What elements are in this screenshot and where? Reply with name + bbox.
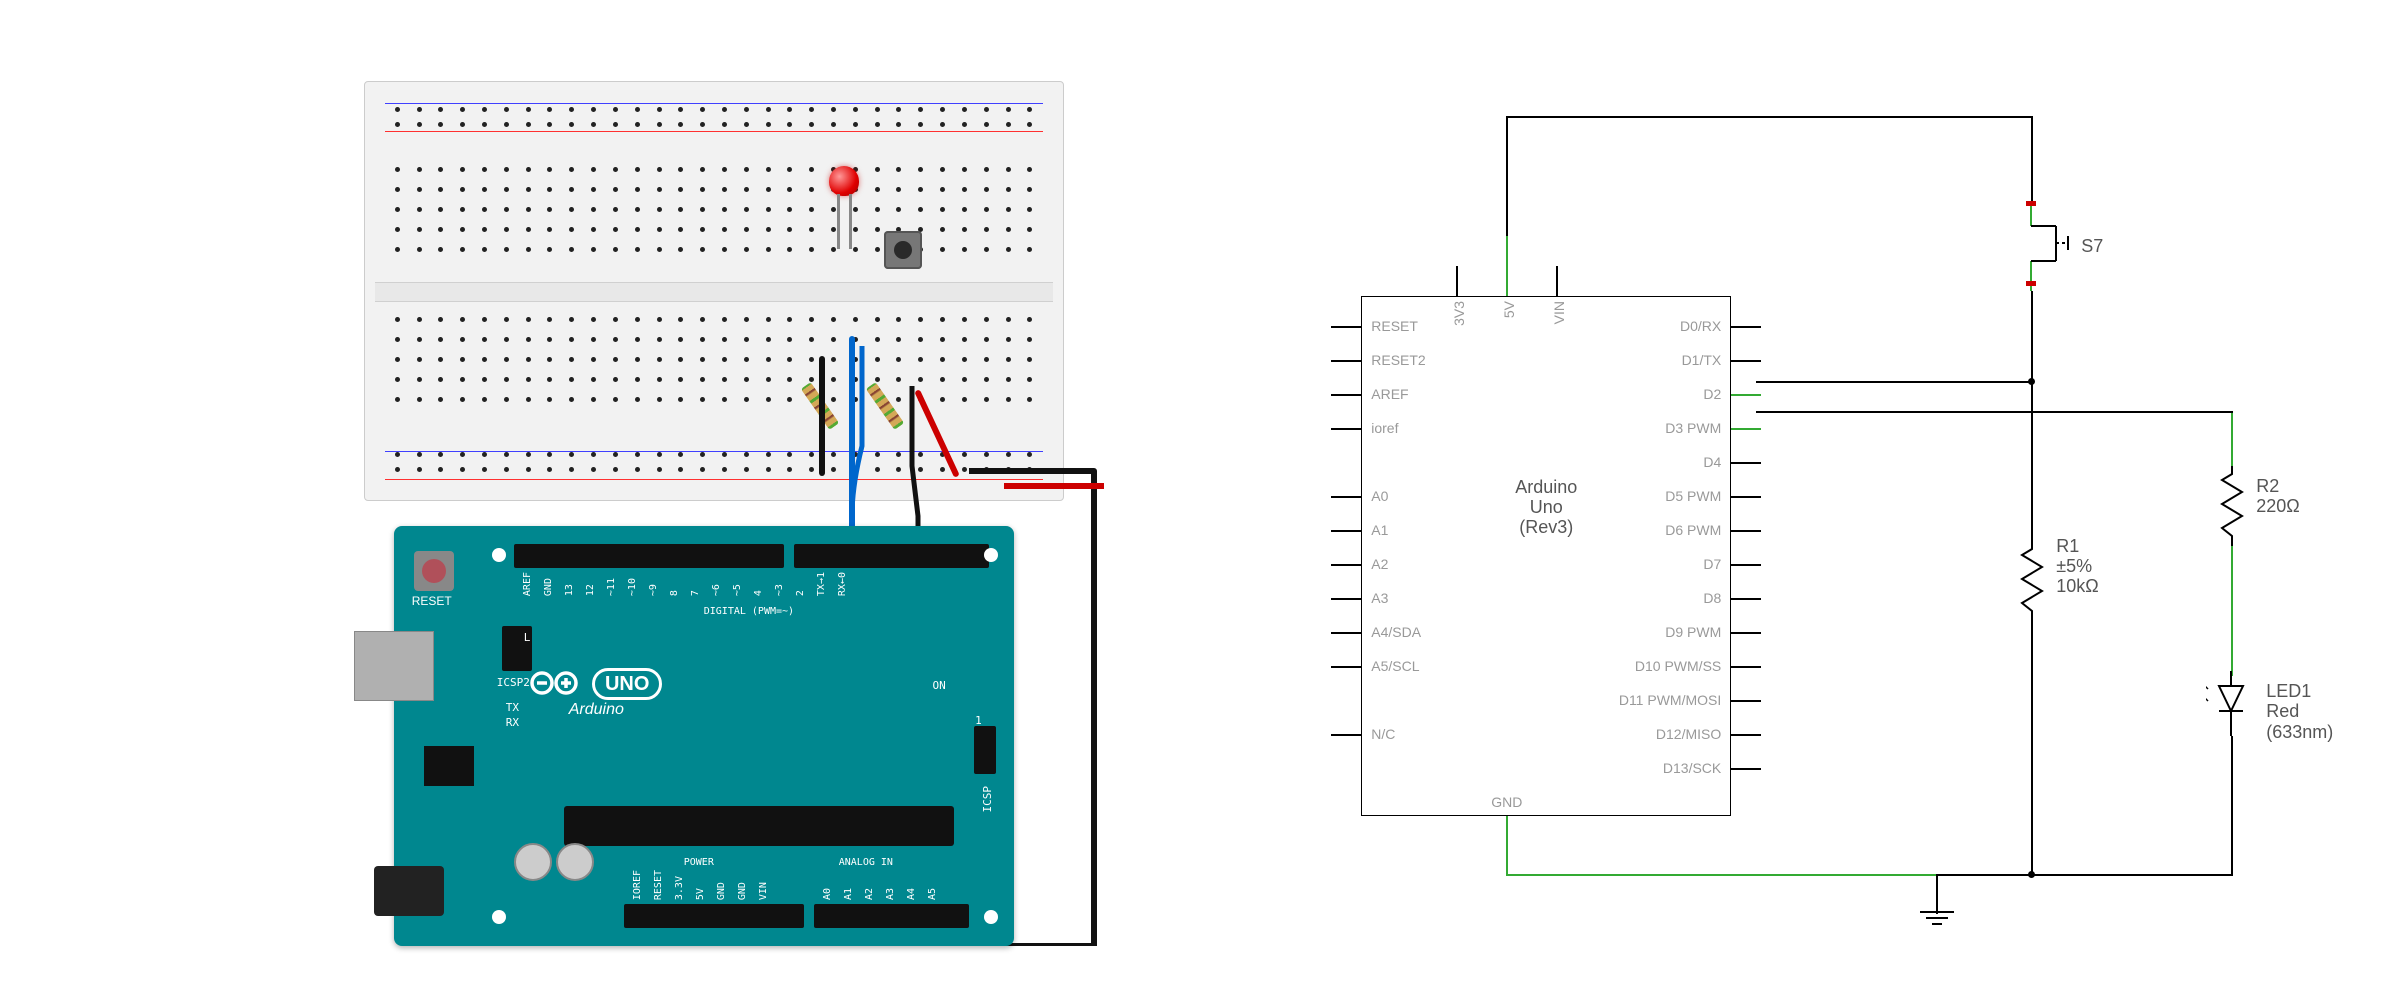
arduino-uno-board: RESET ICSP2 ICSP 1 AREFGND1312~11~10~987… bbox=[394, 526, 1014, 946]
mount-hole bbox=[492, 910, 506, 924]
r1-name: R1 bbox=[2056, 536, 2079, 557]
wire-black-short bbox=[819, 356, 825, 476]
fritzing-breadboard-view: RESET ICSP2 ICSP 1 AREFGND1312~11~10~987… bbox=[104, 46, 1104, 946]
led-desc: Red (633nm) bbox=[2266, 701, 2333, 743]
header-digital-left bbox=[514, 544, 784, 568]
pushbutton bbox=[884, 231, 922, 269]
gnd-symbol-icon bbox=[1916, 910, 1958, 930]
led-leg bbox=[837, 194, 840, 249]
resistor-r2-symbol bbox=[2219, 466, 2245, 546]
digital-section-label: DIGITAL (PWM=~) bbox=[704, 606, 794, 617]
s7-label: S7 bbox=[2081, 236, 2103, 257]
usb-port bbox=[354, 631, 434, 701]
led-symbol bbox=[2206, 671, 2266, 741]
power-section-label: POWER bbox=[684, 857, 714, 868]
top-pin-labels: AREFGND1312~11~10~987~6~54~32TX→1RX←0 bbox=[522, 572, 847, 596]
header-digital-right bbox=[794, 544, 989, 568]
barrel-jack bbox=[374, 866, 444, 916]
r1-tol: ±5% bbox=[2056, 556, 2092, 577]
led-red bbox=[829, 166, 859, 196]
r2-val: 220Ω bbox=[2256, 496, 2300, 517]
resistor-r1-symbol bbox=[2019, 541, 2045, 621]
r1-val: 10kΩ bbox=[2056, 576, 2098, 597]
icsp2-label: ICSP2 bbox=[497, 676, 530, 689]
mount-hole bbox=[492, 548, 506, 562]
header-analog bbox=[814, 904, 969, 928]
r2-name: R2 bbox=[2256, 476, 2279, 497]
arduino-logo: UNO bbox=[529, 666, 663, 697]
capacitors bbox=[514, 843, 598, 886]
led-name: LED1 bbox=[2266, 681, 2311, 702]
arduino-brand-text: Arduino bbox=[569, 701, 624, 719]
atmega-chip bbox=[564, 806, 954, 846]
pushbutton-symbol bbox=[2006, 196, 2086, 296]
wire-blue bbox=[849, 336, 855, 546]
icsp-pin1: 1 bbox=[975, 714, 982, 727]
icsp-label: ICSP bbox=[981, 786, 994, 813]
wire bbox=[1506, 816, 1508, 874]
mount-hole bbox=[984, 548, 998, 562]
small-chip bbox=[424, 746, 474, 786]
reset-button bbox=[414, 551, 454, 591]
gnd-label: GND bbox=[1491, 794, 1522, 810]
analog-pin-labels: A0A1A2A3A4A5 bbox=[822, 888, 937, 900]
l-led-label: L bbox=[524, 631, 531, 644]
rx-led-label: RX bbox=[506, 716, 519, 729]
reset-label: RESET bbox=[412, 594, 452, 608]
tx-led-label: TX bbox=[506, 701, 519, 714]
on-led-label: ON bbox=[933, 679, 946, 692]
power-pin-labels: IOREFRESET3.3V5VGNDGNDVIN bbox=[632, 870, 768, 900]
header-power bbox=[624, 904, 804, 928]
mount-hole bbox=[984, 910, 998, 924]
icsp-header bbox=[974, 726, 996, 774]
analog-section-label: ANALOG IN bbox=[839, 857, 893, 868]
breadboard bbox=[364, 81, 1064, 501]
wire bbox=[1506, 874, 1936, 876]
schematic-view: Arduino Uno (Rev3) GND bbox=[1191, 46, 2291, 946]
led-leg bbox=[849, 194, 852, 249]
